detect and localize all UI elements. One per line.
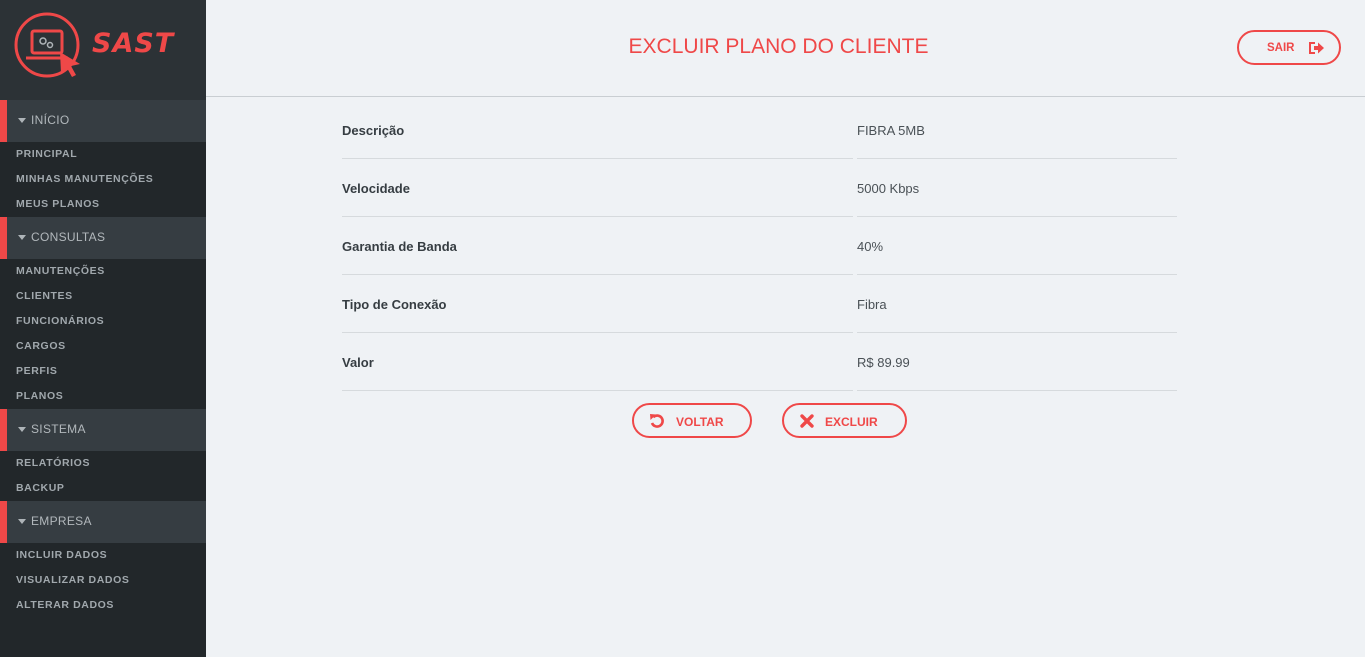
page-header: EXCLUIR PLANO DO CLIENTE SAIR — [206, 0, 1365, 97]
sidebar-section-inicio: INÍCIO PRINCIPAL MINHAS MANUTENÇÕES MEUS… — [0, 100, 206, 217]
section-header-sistema[interactable]: SISTEMA — [0, 409, 206, 451]
section-label: CONSULTAS — [31, 230, 106, 244]
detail-row: Tipo de Conexão Fibra — [342, 275, 1177, 333]
detail-label: Garantia de Banda — [342, 239, 457, 254]
sidebar-item-planos[interactable]: PLANOS — [0, 384, 206, 409]
sidebar-item-perfis[interactable]: PERFIS — [0, 359, 206, 384]
section-header-consultas[interactable]: CONSULTAS — [0, 217, 206, 259]
sidebar-section-consultas: CONSULTAS MANUTENÇÕES CLIENTES FUNCIONÁR… — [0, 217, 206, 409]
back-label: VOLTAR — [676, 415, 724, 429]
section-label: EMPRESA — [31, 514, 92, 528]
page-title: EXCLUIR PLANO DO CLIENTE — [628, 35, 929, 58]
logo[interactable]: SAST — [0, 0, 206, 100]
sidebar-item-funcionarios[interactable]: FUNCIONÁRIOS — [0, 309, 206, 334]
detail-row: Descrição FIBRA 5MB — [342, 101, 1177, 159]
sidebar-item-minhas-manutencoes[interactable]: MINHAS MANUTENÇÕES — [0, 167, 206, 192]
caret-down-icon — [18, 427, 26, 432]
sidebar-item-meus-planos[interactable]: MEUS PLANOS — [0, 192, 206, 217]
detail-value: 5000 Kbps — [857, 181, 920, 196]
sidebar-item-relatorios[interactable]: RELATÓRIOS — [0, 451, 206, 476]
section-accent — [0, 409, 7, 451]
detail-label: Descrição — [342, 123, 405, 138]
detail-label: Valor — [342, 355, 374, 370]
caret-down-icon — [18, 519, 26, 524]
sidebar-item-visualizar-dados[interactable]: VISUALIZAR DADOS — [0, 568, 206, 593]
section-accent — [0, 217, 7, 259]
sidebar-item-principal[interactable]: PRINCIPAL — [0, 142, 206, 167]
detail-label: Velocidade — [342, 181, 410, 196]
delete-button[interactable]: EXCLUIR — [782, 403, 907, 438]
detail-row: Valor R$ 89.99 — [342, 333, 1177, 391]
logo-icon — [14, 12, 80, 78]
delete-label: EXCLUIR — [825, 415, 878, 429]
detail-value: Fibra — [857, 297, 887, 312]
sidebar-item-incluir-dados[interactable]: INCLUIR DADOS — [0, 543, 206, 568]
brand-name: SAST — [92, 28, 175, 59]
detail-row: Velocidade 5000 Kbps — [342, 159, 1177, 217]
sidebar-item-manutencoes[interactable]: MANUTENÇÕES — [0, 259, 206, 284]
close-icon — [800, 414, 814, 428]
section-accent — [0, 100, 7, 142]
sign-out-icon — [1309, 42, 1324, 54]
detail-value: 40% — [857, 239, 884, 254]
detail-label: Tipo de Conexão — [342, 297, 447, 312]
caret-down-icon — [18, 118, 26, 123]
logout-label: SAIR — [1267, 42, 1295, 54]
sidebar-section-sistema: SISTEMA RELATÓRIOS BACKUP — [0, 409, 206, 501]
sidebar-item-cargos[interactable]: CARGOS — [0, 334, 206, 359]
detail-value: R$ 89.99 — [857, 355, 910, 370]
sidebar: SAST INÍCIO PRINCIPAL MINHAS MANUTENÇÕES… — [0, 0, 206, 657]
sidebar-item-backup[interactable]: BACKUP — [0, 476, 206, 501]
sidebar-item-clientes[interactable]: CLIENTES — [0, 284, 206, 309]
detail-value: FIBRA 5MB — [857, 123, 925, 138]
sidebar-section-empresa: EMPRESA INCLUIR DADOS VISUALIZAR DADOS A… — [0, 501, 206, 618]
section-header-inicio[interactable]: INÍCIO — [0, 100, 206, 142]
caret-down-icon — [18, 235, 26, 240]
detail-row: Garantia de Banda 40% — [342, 217, 1177, 275]
logout-button[interactable]: SAIR — [1237, 30, 1341, 65]
plan-details: Descrição FIBRA 5MB Velocidade 5000 Kbps… — [342, 101, 1177, 391]
section-label: INÍCIO — [31, 113, 70, 127]
divider — [342, 390, 853, 391]
section-accent — [0, 501, 7, 543]
sidebar-item-alterar-dados[interactable]: ALTERAR DADOS — [0, 593, 206, 618]
back-button[interactable]: VOLTAR — [632, 403, 752, 438]
section-label: SISTEMA — [31, 422, 86, 436]
section-header-empresa[interactable]: EMPRESA — [0, 501, 206, 543]
undo-icon — [650, 414, 664, 428]
divider — [857, 390, 1177, 391]
